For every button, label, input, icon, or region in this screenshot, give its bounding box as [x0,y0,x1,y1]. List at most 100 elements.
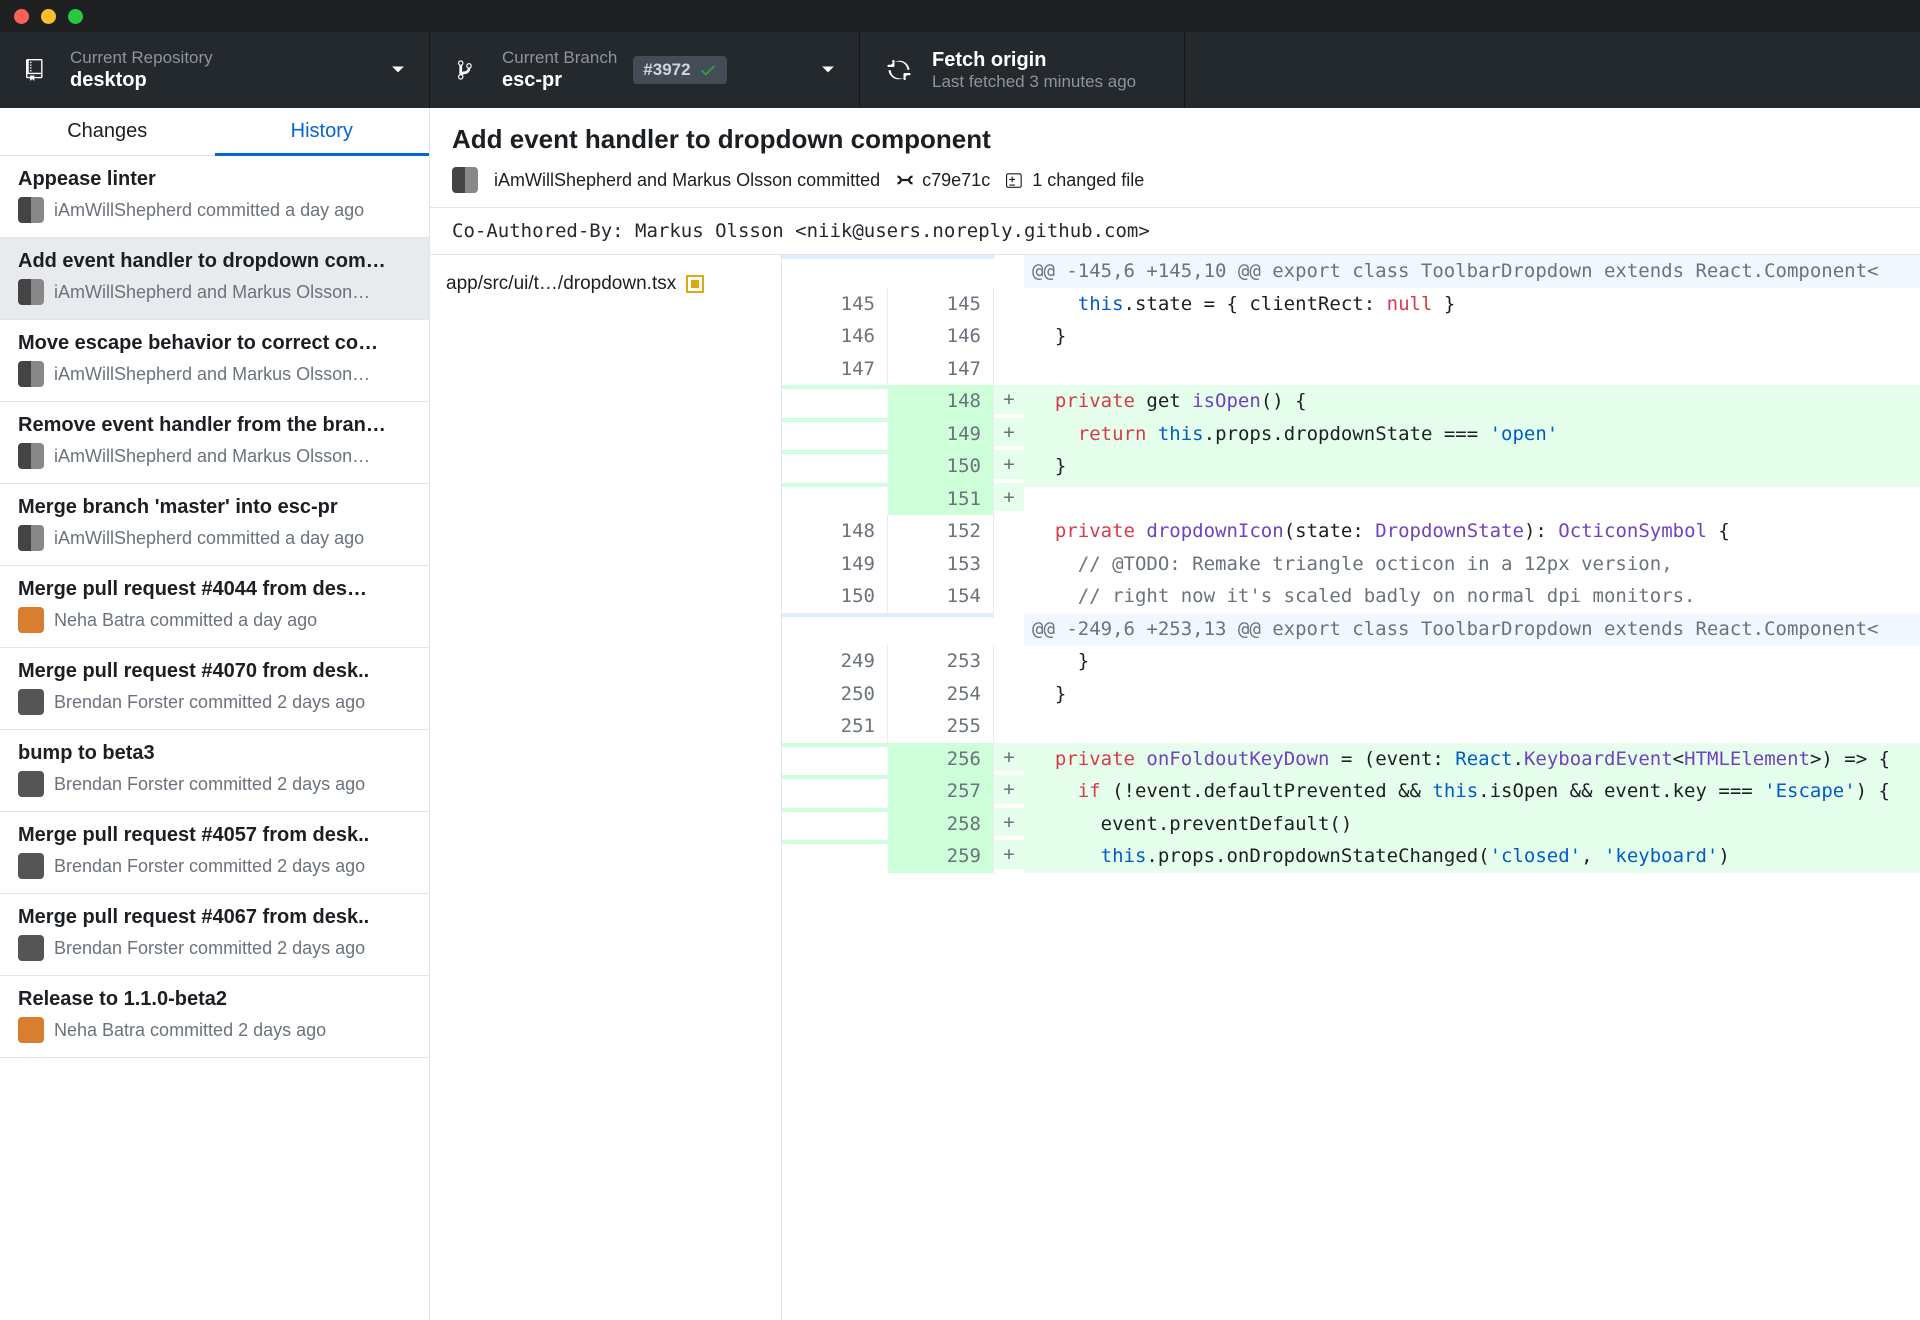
check-icon [699,61,717,79]
gutter-old [782,613,888,617]
gutter-new: 259 [888,840,994,873]
diff-code: private dropdownIcon(state: DropdownStat… [1024,515,1920,548]
fetch-subtitle: Last fetched 3 minutes ago [932,72,1136,92]
gutter-old: 145 [782,288,888,321]
gutter-new: 257 [888,775,994,808]
files-summary: 1 changed file [1032,170,1144,191]
diff-sign: + [994,385,1024,414]
coauthor-line: Co-Authored-By: Markus Olsson <niik@user… [430,208,1920,255]
gutter-old: 251 [782,710,888,743]
gutter-new: 254 [888,678,994,711]
diff-code: private onFoldoutKeyDown = (event: React… [1024,743,1920,776]
diff-code: } [1024,645,1920,678]
diff-line: @@ -145,6 +145,10 @@ export class Toolba… [782,255,1920,288]
commit-list-item[interactable]: Merge pull request #4070 from desk.. Bre… [0,648,429,730]
commit-byline: Brendan Forster committed 2 days ago [18,689,411,715]
avatar [18,525,44,551]
gutter-old [782,418,888,422]
pr-number: #3972 [643,60,690,80]
commit-list-item[interactable]: Merge pull request #4057 from desk.. Bre… [0,812,429,894]
repo-icon [22,55,52,85]
commit-title: Merge pull request #4044 from des… [18,578,411,601]
commit-list-item[interactable]: Release to 1.1.0-beta2 Neha Batra commit… [0,976,429,1058]
fetch-button[interactable]: Fetch origin Last fetched 3 minutes ago [860,32,1185,108]
diff-line: 145 145 this.state = { clientRect: null … [782,288,1920,321]
diff-line: 259 + this.props.onDropdownStateChanged(… [782,840,1920,873]
diff-line: 258 + event.preventDefault() [782,808,1920,841]
git-branch-icon [454,55,484,85]
chevron-down-icon [371,65,405,75]
window-close-button[interactable] [14,9,29,24]
diff-sign: + [994,808,1024,837]
commit-byline: iAmWillShepherd committed a day ago [18,197,411,223]
commit-byline: iAmWillShepherd committed a day ago [18,525,411,551]
diff-code: this.props.onDropdownStateChanged('close… [1024,840,1920,873]
gutter-old: 148 [782,515,888,548]
gutter-new [888,613,994,617]
sidebar: Changes History Appease linter iAmWillSh… [0,108,430,1320]
commit-header: Add event handler to dropdown component … [430,108,1920,208]
commit-list-item[interactable]: Add event handler to dropdown com… iAmWi… [0,238,429,320]
window-maximize-button[interactable] [68,9,83,24]
commit-title: Release to 1.1.0-beta2 [18,988,411,1011]
diff-line: 146 146 } [782,320,1920,353]
gutter-old [782,385,888,389]
gutter-new: 253 [888,645,994,678]
current-branch-button[interactable]: Current Branch esc-pr #3972 [430,32,860,108]
gutter-new: 151 [888,483,994,516]
diff-line: 148 + private get isOpen() { [782,385,1920,418]
commit-list-item[interactable]: Appease linter iAmWillShepherd committed… [0,156,429,238]
diff-line: 149 + return this.props.dropdownState ==… [782,418,1920,451]
commit-sha[interactable]: c79e71c [922,170,990,191]
commit-title: bump to beta3 [18,742,411,765]
diff-code [1024,353,1920,357]
commit-title: Merge pull request #4070 from desk.. [18,660,411,683]
diff-code: // right now it's scaled badly on normal… [1024,580,1920,613]
commit-byline: iAmWillShepherd and Markus Olsson… [18,279,411,305]
gutter-new: 258 [888,808,994,841]
commit-byline: Neha Batra committed a day ago [18,607,411,633]
gutter-new: 145 [888,288,994,321]
current-repository-button[interactable]: Current Repository desktop [0,32,430,108]
file-item[interactable]: app/src/ui/t…/dropdown.tsx [430,263,781,305]
toolbar: Current Repository desktop Current Branc… [0,32,1920,108]
avatar [18,689,44,715]
file-list[interactable]: app/src/ui/t…/dropdown.tsx [430,255,782,1320]
pr-badge[interactable]: #3972 [633,56,726,84]
repo-eyebrow: Current Repository [70,48,213,68]
diff-code: } [1024,320,1920,353]
diff-code: @@ -249,6 +253,13 @@ export class Toolba… [1024,613,1920,646]
diff-code: if (!event.defaultPrevented && this.isOp… [1024,775,1920,808]
avatar [18,935,44,961]
commit-list-item[interactable]: Move escape behavior to correct co… iAmW… [0,320,429,402]
diff-line: @@ -249,6 +253,13 @@ export class Toolba… [782,613,1920,646]
diff-code: // @TODO: Remake triangle octicon in a 1… [1024,548,1920,581]
diff-view[interactable]: @@ -145,6 +145,10 @@ export class Toolba… [782,255,1920,1320]
avatar [18,361,44,387]
traffic-lights [14,9,83,24]
diff-line: 250 254 } [782,678,1920,711]
commit-list-item[interactable]: Remove event handler from the bran… iAmW… [0,402,429,484]
tab-history[interactable]: History [215,108,430,155]
commit-byline: Neha Batra committed 2 days ago [18,1017,411,1043]
gutter-old: 249 [782,645,888,678]
gutter-new: 150 [888,450,994,483]
tab-changes[interactable]: Changes [0,108,215,155]
commit-title: Move escape behavior to correct co… [18,332,411,355]
commit-list-item[interactable]: Merge pull request #4044 from des… Neha … [0,566,429,648]
commit-list-item[interactable]: bump to beta3 Brendan Forster committed … [0,730,429,812]
window-minimize-button[interactable] [41,9,56,24]
commit-list-item[interactable]: Merge pull request #4067 from desk.. Bre… [0,894,429,976]
diff-line: 148 152 private dropdownIcon(state: Drop… [782,515,1920,548]
avatar [18,771,44,797]
gutter-old: 150 [782,580,888,613]
diff-code: this.state = { clientRect: null } [1024,288,1920,321]
diff-line: 251 255 [782,710,1920,743]
commit-list[interactable]: Appease linter iAmWillShepherd committed… [0,156,429,1320]
commit-list-item[interactable]: Merge branch 'master' into esc-pr iAmWil… [0,484,429,566]
gutter-old [782,775,888,779]
avatar [18,853,44,879]
gutter-old: 147 [782,353,888,386]
file-status-modified-icon [686,275,704,293]
diff-sign: + [994,775,1024,804]
